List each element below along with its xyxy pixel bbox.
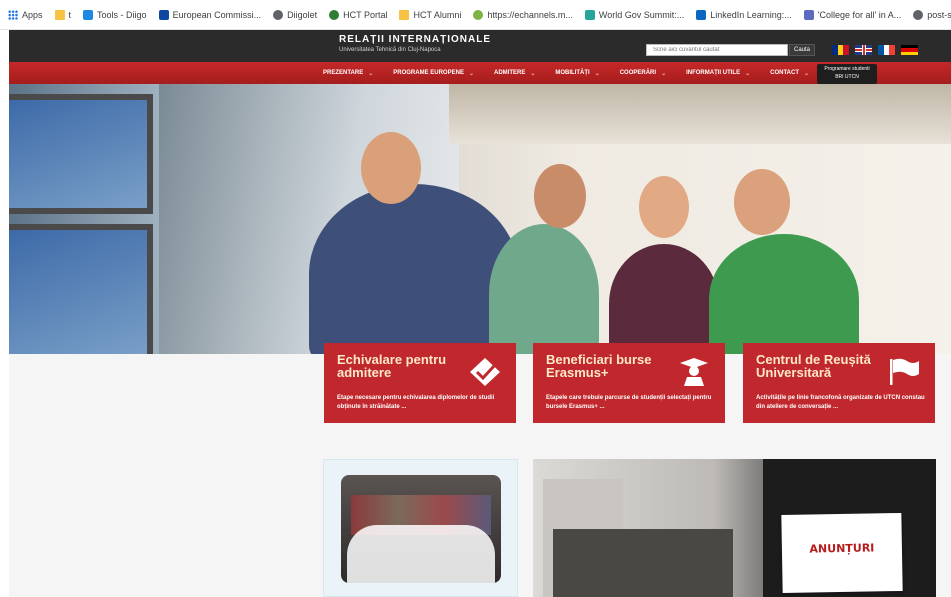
meeting-table [553,529,733,597]
globe-icon [913,9,924,20]
window-pane [9,224,153,354]
romanian-flag-icon[interactable] [832,45,850,55]
window-pane [9,94,153,214]
chevron-down-icon: ⌄ [530,70,536,77]
folder-icon [54,9,65,20]
globe-icon [273,9,284,20]
checkmark-badge-icon [470,358,500,386]
site-subtitle: Universitatea Tehnică din Cluj-Napoca [339,47,441,53]
nav-item-mobilitati[interactable]: MOBILITĂȚI ⌄ [555,70,599,77]
bookmark-world-gov-summit[interactable]: World Gov Summit:... [584,9,684,20]
card-description: Etapele care trebuie parcurse de studenț… [546,395,712,410]
main-nav: PREZENTARE ⌄ PROGRAME EUROPENE ⌄ ADMITERE ⌄… [9,62,951,84]
programare-studenti-button[interactable]: Programare studenti BRI UTCN [817,64,877,84]
student-head [361,132,421,204]
bookmark-hct-alumni[interactable]: HCT Alumni [399,9,461,20]
bookmarks-bar: Apps t Tools - Diigo European Commissi..… [0,0,951,30]
nav-item-informatii-utile[interactable]: INFORMAȚII UTILE ⌄ [686,70,750,77]
bookmark-european-commission[interactable]: European Commissi... [158,9,261,20]
anunturi-sign[interactable]: ANUNȚURI [781,512,903,594]
chevron-down-icon: ⌄ [661,70,667,77]
search-button[interactable]: Cauta [789,44,815,56]
uk-flag-icon[interactable] [855,45,872,55]
student-head [534,164,586,228]
card-centrul-reusita[interactable]: Centrul de Reușită Universitară Activită… [743,343,935,423]
card-description: Activitățile pe linie francofonă organiz… [756,395,925,410]
flag-icon [890,358,919,385]
ceiling [449,84,951,144]
chevron-down-icon: ⌄ [804,70,810,77]
chevron-down-icon: ⌄ [368,70,374,77]
nav-item-contact[interactable]: CONTACT ⌄ [770,70,809,77]
bookmark-tools-diigo[interactable]: Tools - Diigo [83,9,147,20]
linkedin-icon [696,9,707,20]
bookmark-diigolet[interactable]: Diigolet [273,9,317,20]
card-title: Centrul de Reușită Universitară [756,352,871,380]
apps-grid-icon [8,9,18,20]
hct-icon [329,9,340,20]
group-photo[interactable] [341,475,501,583]
student-figure [309,184,519,354]
chevron-down-icon: ⌄ [594,70,600,77]
german-flag-icon[interactable] [901,45,918,55]
card-description: Etape necesare pentru echivalarea diplom… [337,395,495,410]
eu-flag-icon [158,9,169,20]
chevron-down-icon: ⌄ [745,70,751,77]
hero-image [9,84,951,354]
card-title: Echivalare pentru admitere [337,352,447,380]
student-figure [609,244,719,354]
site-title[interactable]: RELAȚII INTERNAȚIONALE [339,34,491,45]
french-flag-icon[interactable] [878,45,896,55]
echannels-icon [473,9,484,20]
bookmark-post-secondary[interactable]: post-secondary-bro... [913,9,951,20]
nav-item-admitere[interactable]: ADMITERE ⌄ [494,70,535,77]
diigo-icon [83,9,94,20]
graduate-icon [680,358,708,386]
cluj-letters [347,525,495,583]
card-erasmus[interactable]: Beneficiari burse Erasmus+ Etapele care … [533,343,725,423]
folder-icon [399,9,410,20]
student-figure [489,224,599,354]
language-flags [832,45,918,55]
bookmark-t[interactable]: t [54,9,71,20]
search-input[interactable] [646,44,788,56]
nav-item-prezentare[interactable]: PREZENTARE ⌄ [323,70,373,77]
student-head [734,169,790,235]
nav-item-programe-europene[interactable]: PROGRAME EUROPENE ⌄ [393,70,474,77]
chevron-down-icon: ⌄ [468,70,474,77]
site-header: RELAȚII INTERNAȚIONALE Universitatea Teh… [9,30,951,62]
bookmark-apps[interactable]: Apps [8,9,43,20]
card-echivalare[interactable]: Echivalare pentru admitere Etape necesar… [324,343,516,423]
bookmark-hct-portal[interactable]: HCT Portal [329,9,387,20]
article-icon [803,9,814,20]
bookmark-college-for-all[interactable]: 'College for all' in A... [803,9,901,20]
student-figure [709,234,859,354]
student-head [639,176,689,238]
card-title: Beneficiari burse Erasmus+ [546,352,652,380]
bookmark-linkedin-learning[interactable]: LinkedIn Learning:... [696,9,792,20]
bookmark-echannels[interactable]: https://echannels.m... [473,9,573,20]
nav-item-cooperari[interactable]: COOPERĂRI ⌄ [620,70,666,77]
wgs-icon [584,9,595,20]
